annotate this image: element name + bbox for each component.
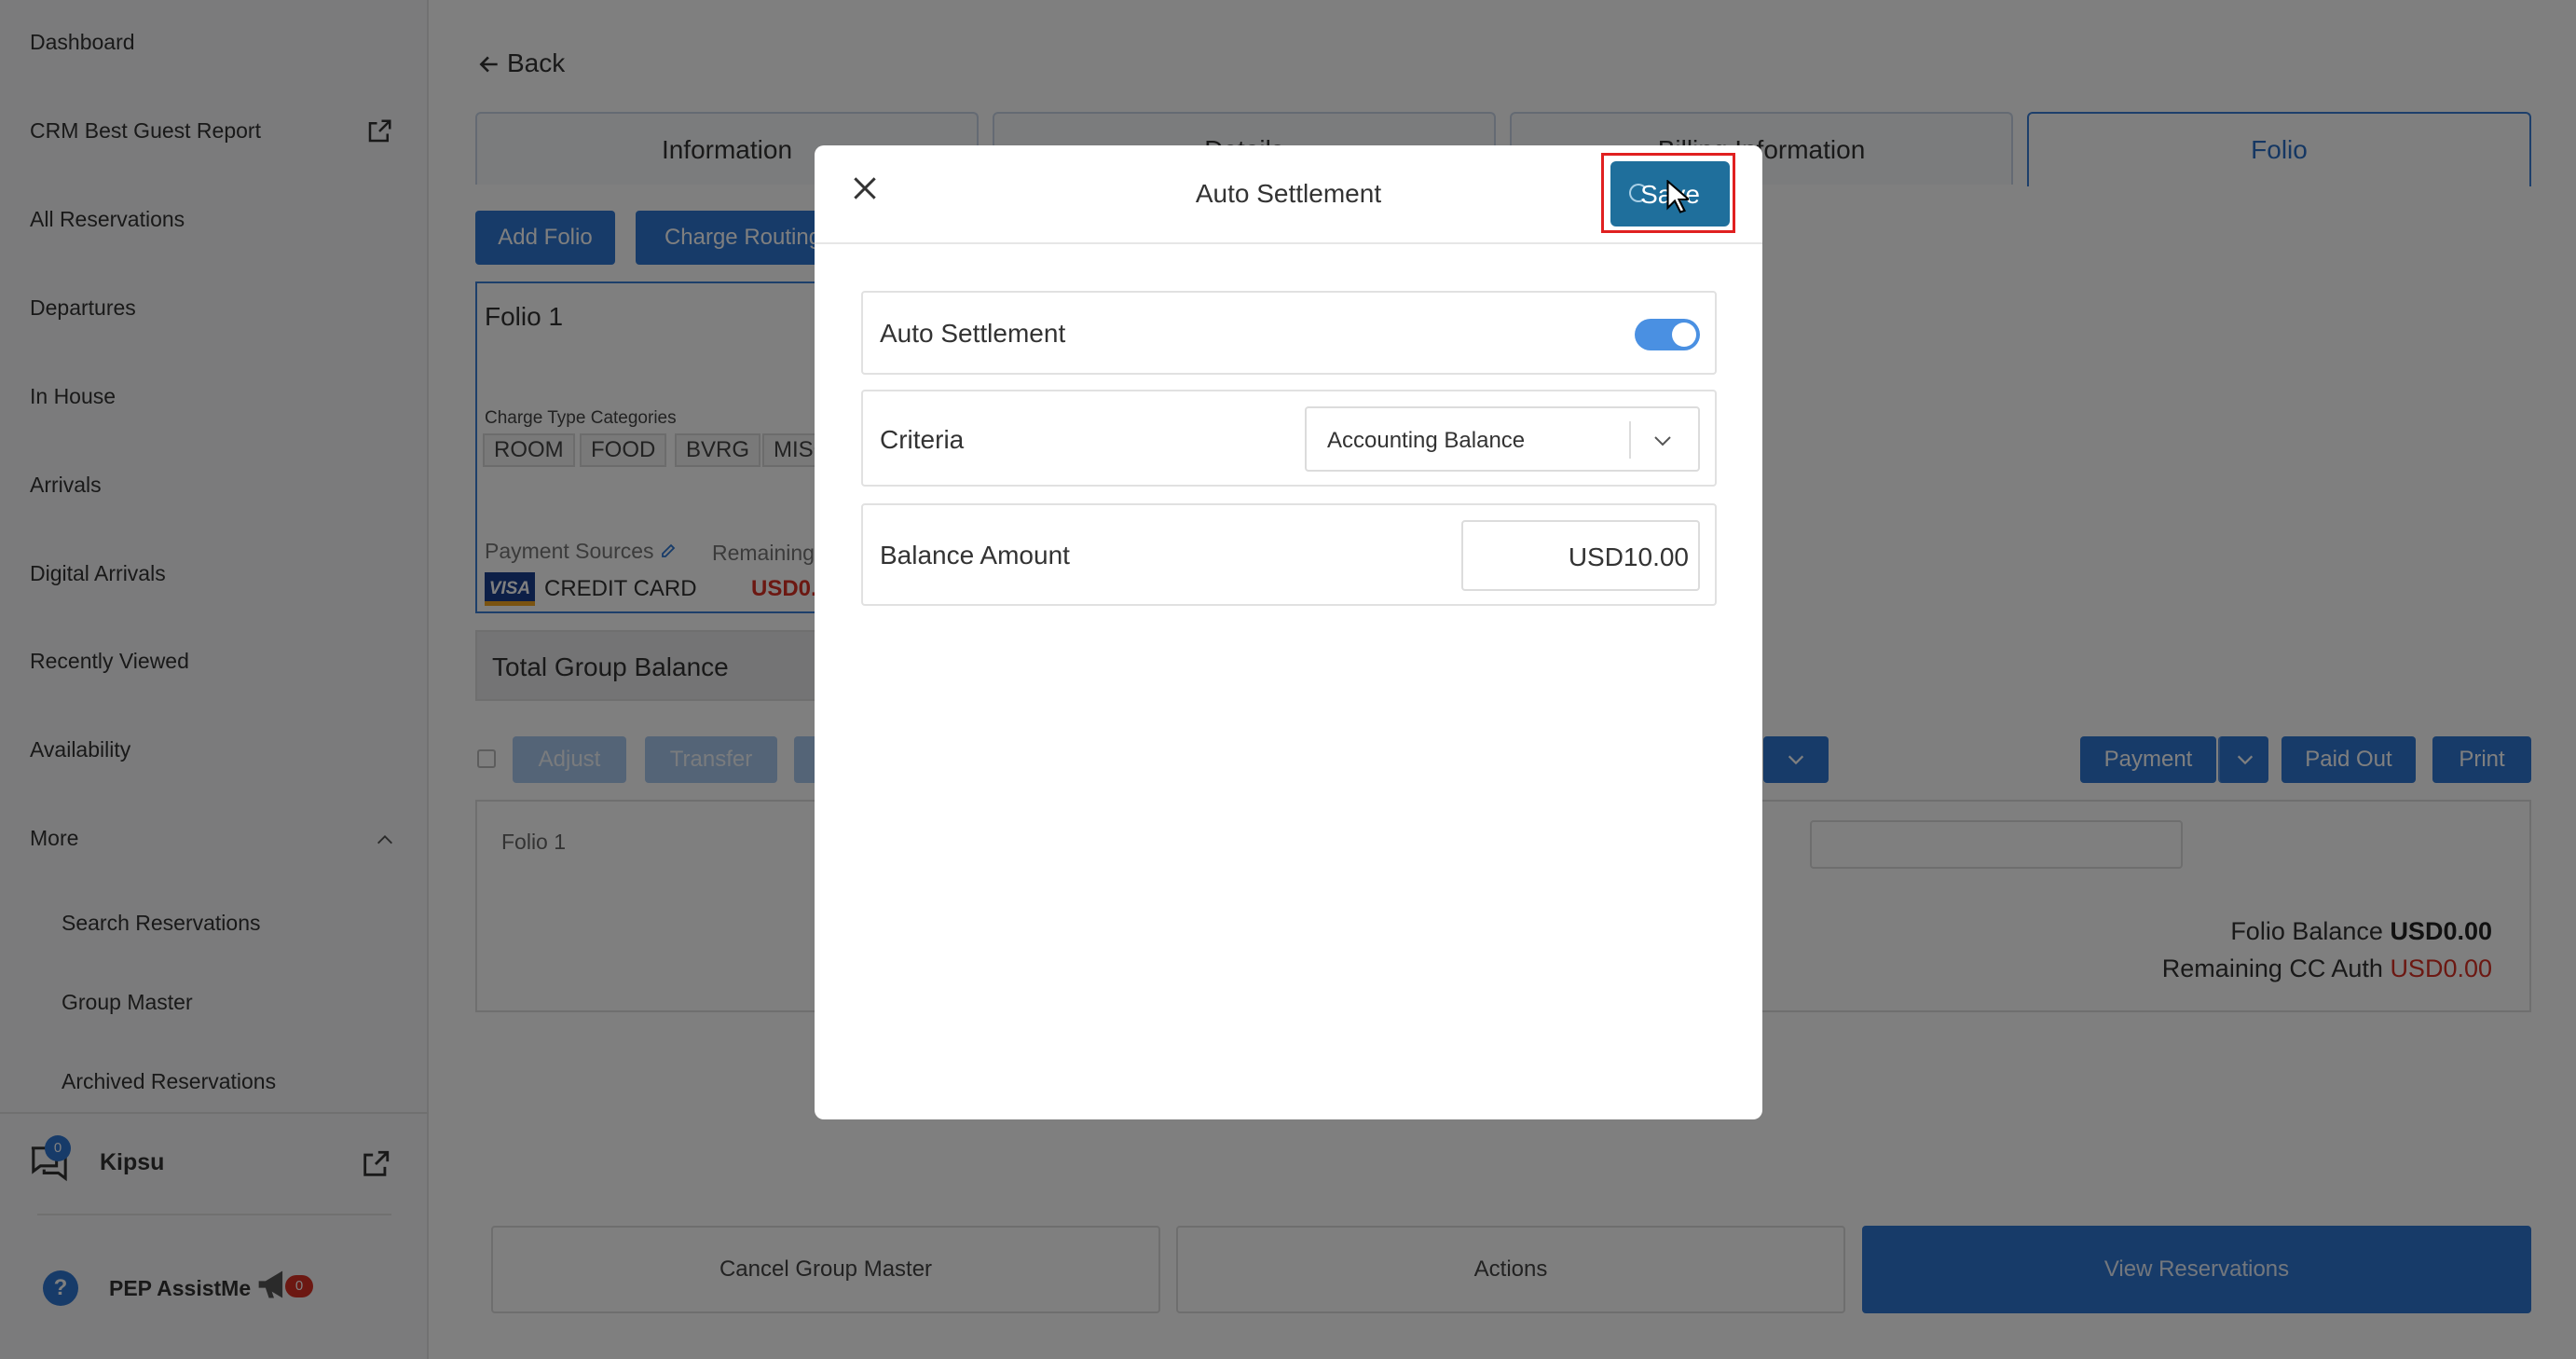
modal-header: Auto Settlement Save [815, 145, 1762, 244]
auto-settlement-row: Auto Settlement [861, 291, 1717, 375]
criteria-row: Criteria Accounting Balance [861, 390, 1717, 487]
auto-settlement-modal: Auto Settlement Save Auto Settlement Cri… [815, 145, 1762, 1119]
criteria-select[interactable]: Accounting Balance [1305, 406, 1700, 472]
auto-settlement-label: Auto Settlement [880, 319, 1066, 348]
save-button[interactable]: Save [1610, 161, 1730, 226]
chevron-down-icon[interactable] [1651, 432, 1674, 449]
balance-amount-row: Balance Amount USD10.00 [861, 503, 1717, 606]
balance-amount-label: Balance Amount [880, 541, 1070, 570]
cursor-icon [1666, 180, 1689, 213]
balance-amount-input[interactable]: USD10.00 [1461, 520, 1700, 591]
auto-settlement-toggle[interactable] [1635, 319, 1700, 350]
criteria-select-value: Accounting Balance [1327, 428, 1526, 453]
toggle-knob [1672, 323, 1696, 347]
select-divider [1629, 421, 1631, 459]
balance-amount-value: USD10.00 [1568, 542, 1689, 571]
criteria-label: Criteria [880, 425, 965, 454]
